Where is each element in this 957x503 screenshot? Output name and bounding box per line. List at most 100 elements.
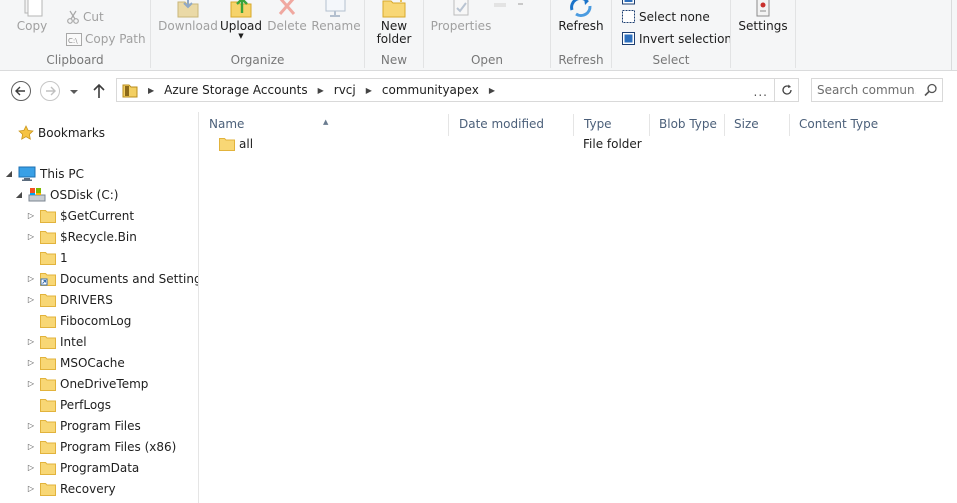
svg-text:C:\: C:\ — [68, 37, 78, 45]
collapse-icon[interactable]: ◢ — [4, 169, 14, 178]
expand-icon[interactable]: ▷ — [26, 358, 36, 367]
nav-folder[interactable]: ▷ ProgramData — [26, 457, 139, 478]
nav-folder[interactable]: ▷ Intel — [26, 331, 87, 352]
breadcrumb-azure-storage-accounts[interactable]: Azure Storage Accounts — [164, 83, 307, 97]
copy-path-button[interactable]: C:\ Copy Path — [66, 32, 146, 46]
invert-selection-icon — [622, 32, 635, 45]
expand-icon[interactable]: ▷ — [26, 337, 36, 346]
properties-button[interactable]: Properties — [430, 0, 492, 33]
ribbon-group-select: Select none Invert selection Select — [612, 0, 732, 71]
folder-icon — [40, 356, 56, 370]
file-name: all — [239, 137, 254, 151]
folder-icon — [40, 251, 56, 265]
address-bar[interactable]: ▶ Azure Storage Accounts ▶ rvcj ▶ commun… — [116, 78, 799, 102]
nav-folder[interactable]: ▷ DRIVERS — [26, 289, 113, 310]
nav-this-pc[interactable]: ◢ This PC — [4, 163, 84, 184]
invert-selection-button[interactable]: Invert selection — [622, 32, 732, 46]
ribbon-edge — [951, 0, 952, 70]
scissors-icon — [67, 10, 79, 24]
select-all-button-partial[interactable] — [622, 0, 636, 8]
expand-icon[interactable]: ▷ — [26, 274, 36, 283]
drive-icon — [28, 187, 46, 201]
folder-icon — [40, 314, 56, 328]
nav-bookmarks[interactable]: Bookmarks — [18, 122, 105, 143]
column-header-type[interactable]: Type — [575, 114, 650, 136]
breadcrumb-arrow-icon[interactable]: ▶ — [489, 86, 495, 95]
expand-icon[interactable]: ▷ — [26, 211, 36, 220]
ribbon-group-new: New folder New — [365, 0, 423, 71]
table-row[interactable]: all File folder — [200, 134, 957, 154]
nav-folder[interactable]: ▷ OneDriveTemp — [26, 373, 148, 394]
breadcrumb-communityapex[interactable]: communityapex — [382, 83, 479, 97]
folder-icon — [219, 138, 235, 151]
folder-shortcut-icon — [40, 272, 56, 286]
address-refresh-button[interactable] — [774, 79, 798, 101]
sort-ascending-icon: ▲ — [323, 118, 329, 126]
upload-dropdown-icon[interactable]: ▼ — [219, 33, 263, 40]
nav-folder[interactable]: FibocomLog — [26, 310, 131, 331]
breadcrumb-rvcj[interactable]: rvcj — [334, 83, 356, 97]
rename-button[interactable]: Rename — [311, 0, 361, 33]
breadcrumb-arrow-icon[interactable]: ▶ — [366, 86, 372, 95]
computer-icon — [18, 166, 36, 181]
rename-icon — [325, 0, 346, 17]
nav-folder[interactable]: 1 — [26, 247, 68, 268]
nav-osdisk[interactable]: ◢ OSDisk (C:) — [14, 184, 118, 205]
expand-icon[interactable]: ▷ — [26, 463, 36, 472]
column-header-size[interactable]: Size — [725, 114, 790, 136]
nav-folder[interactable]: ▷ Documents and Settings — [26, 268, 198, 289]
upload-button[interactable]: Upload ▼ — [219, 0, 263, 40]
settings-button[interactable]: Settings — [737, 0, 789, 33]
recent-locations-button[interactable] — [66, 80, 82, 102]
column-header-name[interactable]: ▲ Name — [200, 114, 449, 136]
expand-icon[interactable]: ▷ — [26, 484, 36, 493]
chevron-down-icon — [70, 90, 78, 94]
refresh-group-label: Refresh — [558, 53, 604, 67]
open-group-label: Open — [470, 53, 504, 67]
ribbon-group-clipboard: Copy Cut C:\ Copy Path Clipboard — [0, 0, 150, 71]
refresh-icon — [570, 0, 592, 18]
download-button[interactable]: Download — [157, 0, 219, 33]
column-header-date-modified[interactable]: Date modified — [450, 114, 574, 136]
properties-icon — [453, 0, 469, 16]
copy-button[interactable]: Copy — [12, 0, 52, 33]
expand-icon[interactable]: ▷ — [26, 379, 36, 388]
forward-arrow-icon — [40, 81, 60, 101]
search-input[interactable] — [812, 79, 916, 101]
forward-button[interactable] — [39, 80, 61, 102]
expand-icon[interactable]: ▷ — [26, 295, 36, 304]
nav-folder[interactable]: ▷ Recovery — [26, 478, 116, 499]
search-box[interactable] — [811, 78, 943, 102]
ribbon-group-organize: Download Upload ▼ Delete Rename Organize — [151, 0, 364, 71]
up-button[interactable] — [88, 80, 110, 102]
open-icon — [494, 3, 523, 7]
open-small-buttons — [494, 0, 534, 12]
new-group-label: New — [380, 53, 408, 67]
expand-icon[interactable]: ▷ — [26, 232, 36, 241]
nav-folder[interactable]: ▷ Program Files — [26, 415, 141, 436]
nav-folder[interactable]: ▷ Program Files (x86) — [26, 436, 176, 457]
address-overflow[interactable]: ... — [754, 85, 768, 99]
collapse-icon[interactable]: ◢ — [14, 190, 24, 199]
nav-folder[interactable]: ▷ $GetCurrent — [26, 205, 134, 226]
expand-icon[interactable]: ▷ — [26, 442, 36, 451]
refresh-button[interactable]: Refresh — [557, 0, 605, 33]
column-header-blob-type[interactable]: Blob Type — [650, 114, 725, 136]
copy-path-icon: C:\ — [66, 32, 82, 46]
select-none-button[interactable]: Select none — [622, 10, 710, 24]
nav-folder[interactable]: PerfLogs — [26, 394, 111, 415]
nav-folder[interactable]: ▷ MSOCache — [26, 352, 125, 373]
expand-icon[interactable]: ▷ — [26, 421, 36, 430]
select-none-icon — [622, 10, 635, 23]
delete-button[interactable]: Delete — [265, 0, 309, 33]
search-icon[interactable] — [924, 83, 938, 97]
refresh-icon — [781, 84, 792, 95]
nav-folder[interactable]: ▷ $Recycle.Bin — [26, 226, 137, 247]
breadcrumb-arrow-icon[interactable]: ▶ — [148, 86, 154, 95]
breadcrumb-arrow-icon[interactable]: ▶ — [318, 86, 324, 95]
new-folder-button[interactable]: New folder — [371, 0, 417, 46]
cut-button[interactable]: Cut — [66, 10, 104, 24]
back-button[interactable] — [10, 80, 32, 102]
column-header-content-type[interactable]: Content Type — [790, 114, 900, 136]
address-row: ▶ Azure Storage Accounts ▶ rvcj ▶ commun… — [0, 78, 957, 106]
